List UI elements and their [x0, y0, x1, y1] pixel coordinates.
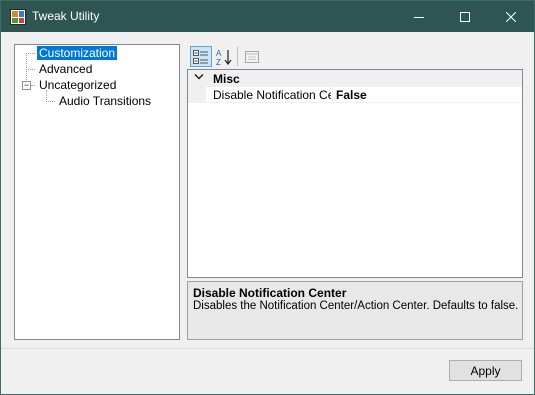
- tree-item-label: Audio Transitions: [59, 94, 152, 108]
- help-panel: Disable Notification Center Disables the…: [187, 281, 523, 340]
- minimize-button[interactable]: [396, 1, 442, 32]
- categorized-icon: [193, 49, 208, 64]
- property-pages-icon: [245, 50, 259, 63]
- property-pages-button[interactable]: [241, 46, 263, 67]
- property-grid-view[interactable]: Misc Disable Notification Center False: [187, 69, 523, 278]
- app-icon: [10, 9, 26, 25]
- alphabetical-button[interactable]: A Z: [213, 46, 235, 67]
- property-grid: A Z Misc Disable Notification C False Di…: [187, 44, 523, 340]
- apply-button[interactable]: Apply: [449, 360, 522, 381]
- categorized-button[interactable]: [190, 46, 212, 67]
- tree-item-customization[interactable]: Customization: [37, 46, 118, 61]
- category-label: Misc: [213, 72, 240, 86]
- title-bar[interactable]: Tweak Utility: [1, 1, 534, 32]
- footer-bar: Apply: [1, 348, 534, 394]
- help-description: Disables the Notification Center/Action …: [193, 300, 519, 312]
- property-name: Disable Notification Center: [213, 88, 331, 102]
- category-tree[interactable]: Customization Advanced − Uncategorized A…: [14, 44, 180, 340]
- category-row-misc[interactable]: Misc: [188, 70, 522, 87]
- minimize-icon: [414, 16, 424, 18]
- tree-item-label: Customization: [37, 46, 118, 60]
- maximize-icon: [460, 11, 470, 22]
- toolbar-separator: [237, 47, 238, 66]
- tree-item-label: Advanced: [39, 62, 93, 76]
- property-row[interactable]: Disable Notification Center False: [188, 87, 522, 103]
- tree-item-advanced[interactable]: Advanced: [37, 62, 94, 77]
- main-window: Tweak Utility Customization Advanced − U…: [0, 0, 535, 395]
- svg-text:A: A: [216, 49, 222, 58]
- property-value[interactable]: False: [336, 88, 367, 102]
- maximize-button[interactable]: [442, 1, 488, 32]
- chevron-down-icon[interactable]: [194, 73, 204, 81]
- tree-item-label: Uncategorized: [39, 78, 117, 92]
- close-button[interactable]: [488, 1, 534, 32]
- close-icon: [506, 11, 516, 22]
- window-title: Tweak Utility: [32, 9, 100, 23]
- collapse-icon[interactable]: −: [22, 81, 31, 90]
- help-title: Disable Notification Center: [193, 286, 347, 300]
- property-grid-toolbar: A Z: [187, 44, 523, 69]
- tree-item-audio-transitions[interactable]: Audio Transitions: [57, 94, 153, 109]
- alphabetical-icon: A Z: [216, 49, 232, 66]
- property-divider[interactable]: [332, 87, 333, 103]
- property-row-margin: [188, 87, 206, 103]
- tree-item-uncategorized[interactable]: Uncategorized: [37, 78, 118, 93]
- svg-text:Z: Z: [216, 58, 221, 66]
